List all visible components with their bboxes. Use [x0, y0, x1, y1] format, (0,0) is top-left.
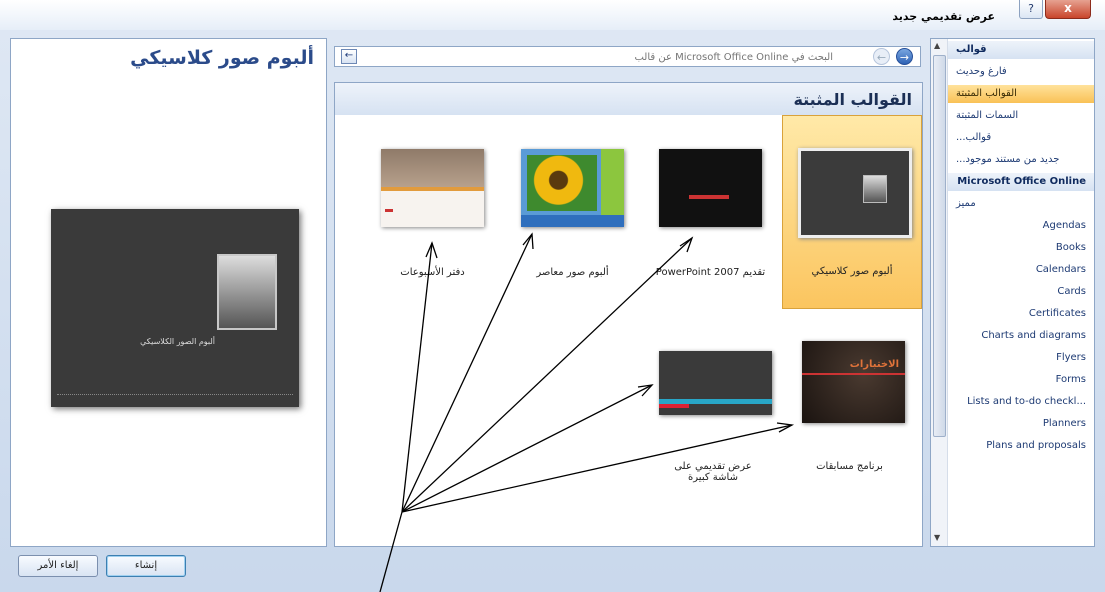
- sidebar-item-agendas[interactable]: Agendas: [948, 217, 1094, 235]
- template-label: دفتر الأسبوعات: [400, 267, 465, 278]
- preview-pane: ألبوم صور كلاسيكي ألبوم الصور الكلاسيكي: [10, 38, 327, 547]
- divider: [57, 394, 293, 395]
- sidebar-item-planners[interactable]: Planners: [948, 415, 1094, 433]
- sidebar-item-lists[interactable]: Lists and to-do checkl...: [948, 393, 1094, 411]
- gallery-title: القوالب المثبتة: [793, 90, 912, 109]
- preview-thumbnail: ألبوم الصور الكلاسيكي: [51, 209, 299, 407]
- scroll-up-icon[interactable]: ▲: [934, 41, 940, 50]
- new-presentation-dialog: x ? عرض تقديمي جديد ألبوم صور كلاسيكي أل…: [0, 0, 1105, 592]
- arrow-right-icon: →: [899, 51, 910, 64]
- online-search-bar: ← ← →: [334, 46, 921, 67]
- search-back-button[interactable]: ←: [341, 49, 357, 64]
- template-thumbnail: [381, 149, 484, 227]
- help-icon: ?: [1028, 2, 1034, 15]
- template-accent: [659, 404, 689, 408]
- template-thumbnail: الاختبارات: [802, 341, 905, 423]
- template-accent: [802, 373, 905, 375]
- template-thumbnail: [521, 149, 624, 227]
- sidebar-item-blank[interactable]: فارغ وحديث: [948, 63, 1094, 81]
- template-tile-classic-album[interactable]: ألبوم صور كلاسيكي: [782, 115, 922, 309]
- sidebar-item-installed-templates[interactable]: القوالب المثبتة: [948, 85, 1094, 103]
- sidebar-item-forms[interactable]: Forms: [948, 371, 1094, 389]
- template-thumbnail: [659, 149, 762, 227]
- template-label: عرض تقديمي على شاشة كبيرة: [674, 461, 752, 483]
- sidebar-item-new-from-existing[interactable]: جديد من مستند موجود...: [948, 151, 1094, 169]
- photo-image: [217, 254, 277, 330]
- template-tile-contemporary-album[interactable]: ألبوم صور معاصر: [505, 131, 640, 291]
- arrow-left-icon: ←: [876, 51, 887, 64]
- sidebar-item-cards[interactable]: Cards: [948, 283, 1094, 301]
- sidebar-header-templates: قوالب: [948, 41, 1094, 59]
- preview-title: ألبوم صور كلاسيكي: [130, 47, 314, 69]
- sidebar-item-flyers[interactable]: Flyers: [948, 349, 1094, 367]
- template-accent: [521, 215, 624, 227]
- sidebar-item-certificates[interactable]: Certificates: [948, 305, 1094, 323]
- nav-back-button[interactable]: ←: [873, 48, 890, 65]
- photo-image: [863, 175, 887, 203]
- template-tile-powerpoint-2007[interactable]: تقديم PowerPoint 2007: [643, 131, 778, 291]
- template-gallery: القوالب المثبتة ألبوم صور كلاسيكي تقديم …: [334, 82, 923, 547]
- template-thumbnail: [798, 148, 912, 238]
- template-label: ألبوم صور كلاسيكي: [811, 266, 893, 277]
- preview-caption: ألبوم الصور الكلاسيكي: [140, 337, 215, 346]
- sidebar-scrollbar[interactable]: ▲ ▼: [931, 39, 948, 546]
- template-accent: [689, 195, 729, 199]
- template-thumbnail: [659, 351, 772, 415]
- template-tile-weekly-notebook[interactable]: دفتر الأسبوعات: [365, 131, 500, 291]
- template-accent: [381, 149, 484, 187]
- nav-forward-button[interactable]: →: [896, 48, 913, 65]
- sidebar-item-books[interactable]: Books: [948, 239, 1094, 257]
- template-label: ألبوم صور معاصر: [536, 267, 609, 278]
- template-accent: [385, 209, 393, 212]
- arrow-left-icon: ←: [344, 50, 354, 61]
- create-button[interactable]: إنشاء: [106, 555, 186, 577]
- thumbnail-text: الاختبارات: [849, 359, 899, 370]
- sidebar-header-office-online: Microsoft Office Online: [948, 173, 1094, 191]
- sidebar-item-my-templates[interactable]: قوالب...: [948, 129, 1094, 147]
- close-icon: x: [1064, 1, 1072, 15]
- sidebar-item-charts-diagrams[interactable]: Charts and diagrams: [948, 327, 1094, 345]
- sidebar-item-plans-proposals[interactable]: Plans and proposals: [948, 437, 1094, 455]
- title-bar: x ? عرض تقديمي جديد: [0, 0, 1105, 30]
- help-button[interactable]: ?: [1019, 0, 1043, 19]
- sidebar-item-installed-themes[interactable]: السمات المثبتة: [948, 107, 1094, 125]
- template-label: برنامج مسابقات: [816, 461, 883, 472]
- search-input[interactable]: [361, 48, 835, 66]
- sunflower-image: [527, 155, 597, 211]
- window-title: عرض تقديمي جديد: [892, 10, 995, 23]
- template-accent: [381, 187, 484, 191]
- scroll-down-icon[interactable]: ▼: [934, 533, 940, 542]
- close-button[interactable]: x: [1045, 0, 1091, 19]
- template-tile-widescreen[interactable]: عرض تقديمي على شاشة كبيرة: [643, 323, 778, 483]
- sidebar-item-calendars[interactable]: Calendars: [948, 261, 1094, 279]
- gallery-header: القوالب المثبتة: [335, 83, 922, 115]
- template-categories-sidebar: ▲ ▼ قوالب فارغ وحديث القوالب المثبتة الس…: [930, 38, 1095, 547]
- scrollbar-thumb[interactable]: [933, 55, 946, 437]
- template-label: تقديم PowerPoint 2007: [655, 267, 766, 278]
- template-tile-quiz-show[interactable]: الاختبارات برنامج مسابقات: [782, 323, 917, 473]
- cancel-button[interactable]: إلغاء الأمر: [18, 555, 98, 577]
- sidebar-item-featured[interactable]: مميز: [948, 195, 1094, 213]
